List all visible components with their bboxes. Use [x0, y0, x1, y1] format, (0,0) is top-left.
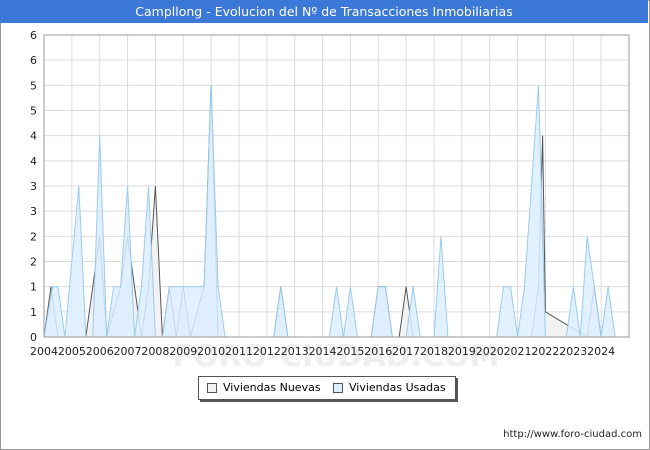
- y-tick-label: 0: [30, 331, 37, 344]
- y-tick-label: 4: [30, 155, 37, 168]
- y-tick-label: 5: [30, 105, 37, 118]
- y-tick-label: 2: [30, 230, 37, 243]
- x-tick-label: 2007: [114, 345, 142, 358]
- y-tick-label: 1: [30, 281, 37, 294]
- x-tick-label: 2023: [559, 345, 587, 358]
- y-tick-label: 5: [30, 79, 37, 92]
- x-tick-label: 2009: [169, 345, 197, 358]
- y-tick-label: 3: [30, 180, 37, 193]
- y-tick-label: 3: [30, 205, 37, 218]
- x-tick-label: 2004: [30, 345, 58, 358]
- x-tick-label: 2006: [86, 345, 114, 358]
- legend-item-usadas: Viviendas Usadas: [333, 377, 446, 399]
- x-tick-label: 2010: [197, 345, 225, 358]
- legend-swatch-nuevas: [207, 383, 217, 393]
- legend-item-nuevas: Viviendas Nuevas: [207, 377, 321, 399]
- x-tick-label: 2018: [420, 345, 448, 358]
- y-tick-label: 6: [30, 29, 37, 42]
- x-tick-label: 2017: [392, 345, 420, 358]
- y-tick-label: 6: [30, 54, 37, 67]
- x-tick-label: 2013: [281, 345, 309, 358]
- x-tick-label: 2022: [531, 345, 559, 358]
- legend-label-usadas: Viviendas Usadas: [349, 381, 446, 394]
- x-tick-label: 2016: [364, 345, 392, 358]
- x-tick-label: 2015: [336, 345, 364, 358]
- legend-label-nuevas: Viviendas Nuevas: [223, 381, 321, 394]
- legend-swatch-usadas: [333, 383, 343, 393]
- y-tick-label: 4: [30, 130, 37, 143]
- x-tick-label: 2014: [309, 345, 337, 358]
- y-tick-label: 2: [30, 256, 37, 269]
- legend: Viviendas Nuevas Viviendas Usadas: [198, 376, 456, 400]
- x-tick-label: 2021: [504, 345, 532, 358]
- source-link[interactable]: http://www.foro-ciudad.com: [503, 429, 642, 440]
- x-tick-label: 2008: [141, 345, 169, 358]
- y-tick-label: 1: [30, 306, 37, 319]
- x-tick-label: 2005: [58, 345, 86, 358]
- x-tick-label: 2011: [225, 345, 253, 358]
- x-tick-label: 2012: [253, 345, 281, 358]
- x-tick-label: 2019: [448, 345, 476, 358]
- x-tick-label: 2024: [587, 345, 615, 358]
- x-tick-label: 2020: [476, 345, 504, 358]
